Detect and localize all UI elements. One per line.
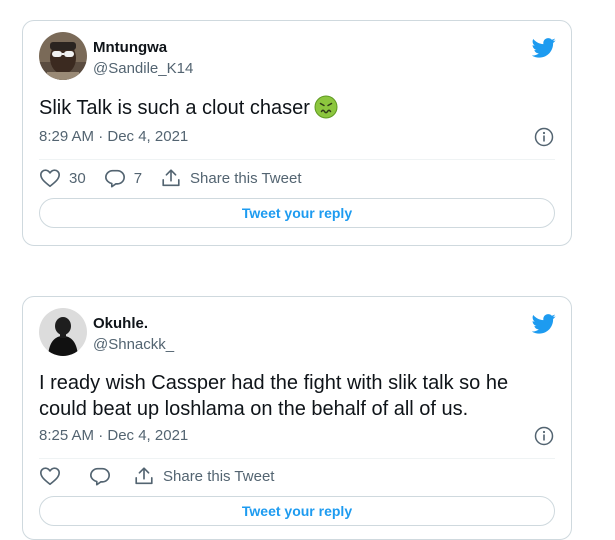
nauseated-face-emoji <box>314 95 338 119</box>
like-count: 30 <box>69 169 86 187</box>
share-label: Share this Tweet <box>190 169 302 187</box>
tweet-text: Slik Talk is such a clout chaser <box>39 95 554 121</box>
tweet-timestamp[interactable]: 8:29 AM · Dec 4, 2021 <box>39 128 188 145</box>
tweet-card[interactable]: Okuhle. @Shnackk_ I ready wish Cassper h… <box>22 296 572 540</box>
tweet-text-content: Slik Talk is such a clout chaser <box>39 97 310 119</box>
author-name[interactable]: Okuhle. <box>93 315 148 332</box>
author-handle[interactable]: @Shnackk_ <box>93 336 174 353</box>
share-icon <box>135 467 153 485</box>
share-label: Share this Tweet <box>163 467 275 485</box>
reply-count: 7 <box>133 169 143 187</box>
divider <box>39 458 555 459</box>
avatar[interactable] <box>39 308 87 356</box>
tweet-timestamp[interactable]: 8:25 AM · Dec 4, 2021 <box>39 427 188 444</box>
info-icon[interactable] <box>534 127 554 147</box>
avatar[interactable] <box>39 32 87 80</box>
reply-icon <box>90 467 110 486</box>
divider <box>39 159 555 160</box>
share-icon <box>162 169 180 187</box>
twitter-bird-icon[interactable] <box>532 37 556 59</box>
heart-icon <box>40 169 60 188</box>
info-icon[interactable] <box>534 426 554 446</box>
author-handle[interactable]: @Sandile_K14 <box>93 60 193 77</box>
tweet-actions: 30 7 Share this Tweet <box>39 166 301 190</box>
tweet-card[interactable]: Mntungwa @Sandile_K14 Slik Talk is such … <box>22 20 572 246</box>
reply-button[interactable] <box>89 464 111 488</box>
tweet-actions: Share this Tweet <box>39 464 274 488</box>
heart-icon <box>40 467 60 486</box>
author-name[interactable]: Mntungwa <box>93 39 167 56</box>
tweet-your-reply-button[interactable]: Tweet your reply <box>39 496 555 526</box>
like-button[interactable] <box>39 464 61 488</box>
twitter-bird-icon[interactable] <box>532 313 556 335</box>
share-button[interactable]: Share this Tweet <box>160 166 301 190</box>
like-button[interactable]: 30 <box>39 166 86 190</box>
share-button[interactable]: Share this Tweet <box>133 464 274 488</box>
reply-button[interactable]: 7 <box>104 166 142 190</box>
tweet-text: I ready wish Cassper had the fight with … <box>39 372 509 420</box>
reply-icon <box>104 169 125 188</box>
tweet-your-reply-button[interactable]: Tweet your reply <box>39 198 555 228</box>
